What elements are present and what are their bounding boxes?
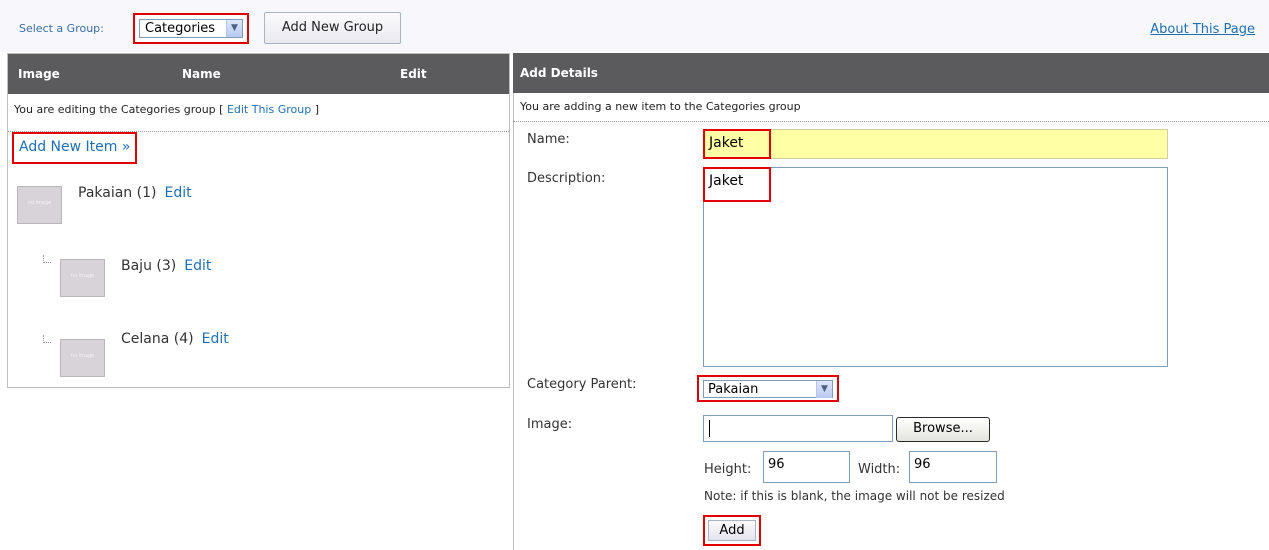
- description-label: Description:: [527, 171, 606, 186]
- column-image: Image: [18, 67, 60, 81]
- item-list-panel: Image Name Edit You are editing the Cate…: [7, 53, 510, 388]
- adding-info: You are adding a new item to the Categor…: [513, 93, 1269, 122]
- item-thumbnail: no image: [17, 186, 62, 224]
- resize-note: Note: if this is blank, the image will n…: [704, 489, 1005, 503]
- chevron-down-icon[interactable]: ▼: [226, 20, 242, 37]
- add-button-highlight: Add: [703, 515, 761, 546]
- select-group-label: Select a Group:: [19, 22, 104, 35]
- tree-connector: [43, 335, 51, 343]
- editing-info: You are editing the Categories group [ E…: [8, 94, 509, 132]
- name-label: Name:: [527, 132, 570, 147]
- list-item: Baju (3) Edit: [121, 258, 211, 274]
- add-new-item-link[interactable]: Add New Item »: [12, 132, 138, 164]
- tree-connector: [43, 255, 51, 263]
- list-item: Celana (4) Edit: [121, 331, 229, 347]
- group-select[interactable]: Categories ▼: [133, 13, 249, 44]
- image-label: Image:: [527, 417, 573, 432]
- item-edit-link[interactable]: Edit: [202, 331, 229, 347]
- category-parent-select[interactable]: Pakaian ▼: [697, 375, 839, 402]
- image-file-input[interactable]: [703, 415, 893, 442]
- height-input[interactable]: 96: [763, 451, 850, 483]
- column-name: Name: [182, 67, 221, 81]
- name-field[interactable]: [703, 129, 1168, 159]
- item-label: Baju (3): [121, 258, 177, 274]
- category-parent-label: Category Parent:: [527, 377, 637, 392]
- list-item: Pakaian (1) Edit: [78, 185, 192, 201]
- editing-info-text: You are editing the Categories group [: [14, 103, 227, 116]
- thumbnail-text: no image: [27, 200, 52, 206]
- item-edit-link[interactable]: Edit: [184, 258, 211, 274]
- width-input[interactable]: 96: [909, 451, 997, 483]
- width-label: Width:: [858, 462, 901, 477]
- chevron-down-icon[interactable]: ▼: [816, 381, 832, 398]
- height-label: Height:: [704, 462, 752, 477]
- description-field-value[interactable]: Jaket: [703, 167, 771, 202]
- browse-button[interactable]: Browse...: [896, 417, 990, 442]
- category-parent-box[interactable]: Pakaian ▼: [703, 380, 833, 398]
- add-new-group-button[interactable]: Add New Group: [264, 12, 401, 44]
- about-this-page-link[interactable]: About This Page: [1150, 22, 1255, 37]
- description-field[interactable]: [703, 167, 1168, 367]
- text-caret: [709, 420, 710, 437]
- category-parent-value: Pakaian: [708, 382, 759, 397]
- item-thumbnail: no image: [60, 259, 105, 297]
- thumbnail-text: no image: [70, 273, 95, 279]
- column-edit: Edit: [400, 67, 427, 81]
- thumbnail-text: no image: [70, 353, 95, 359]
- edit-this-group-link[interactable]: Edit This Group: [227, 103, 311, 116]
- item-label: Pakaian (1): [78, 185, 157, 201]
- item-edit-link[interactable]: Edit: [164, 185, 191, 201]
- item-list-header: Image Name Edit: [8, 54, 509, 94]
- item-label: Celana (4): [121, 331, 194, 347]
- item-thumbnail: no image: [60, 339, 105, 377]
- group-select-box[interactable]: Categories ▼: [139, 19, 243, 38]
- add-button[interactable]: Add: [708, 520, 756, 541]
- add-details-header: Add Details: [513, 53, 1269, 93]
- editing-info-suffix: ]: [311, 103, 319, 116]
- panel-divider: [513, 53, 514, 550]
- name-field-value[interactable]: Jaket: [703, 129, 771, 159]
- group-select-value: Categories: [145, 21, 216, 36]
